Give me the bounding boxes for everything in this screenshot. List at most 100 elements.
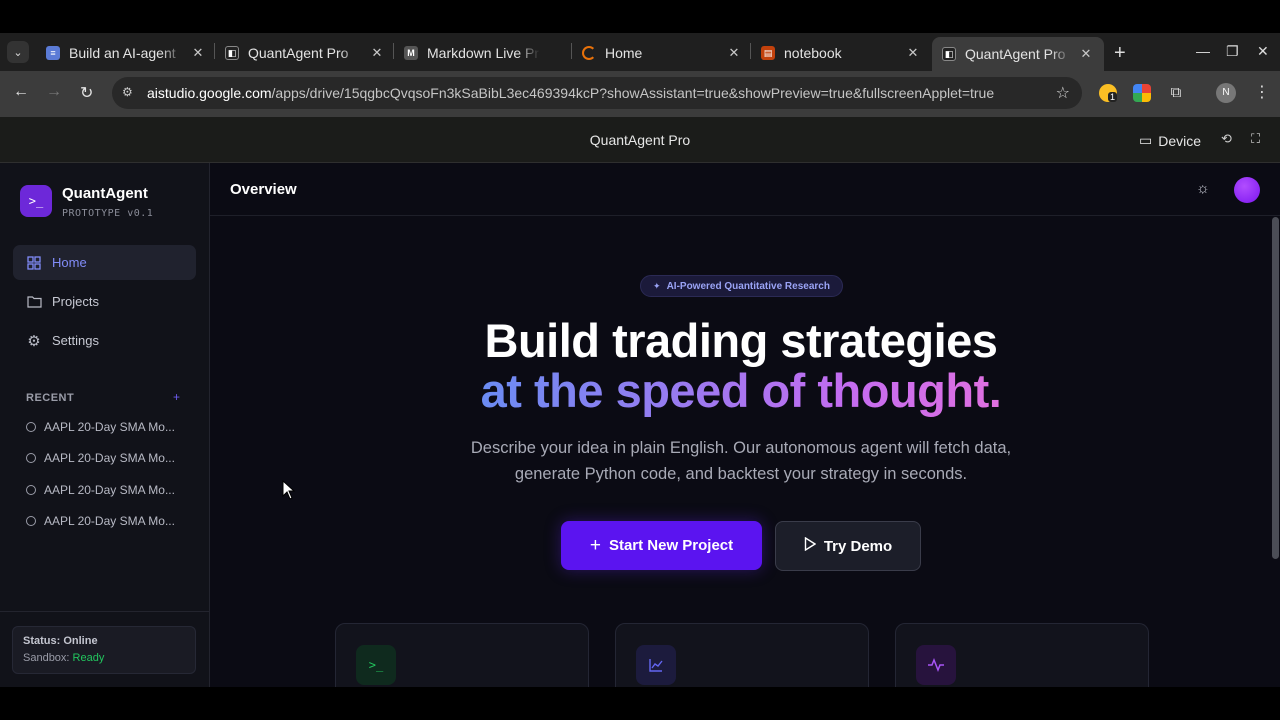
tab-separator — [750, 43, 751, 59]
browser-tab[interactable]: Home ✕ — [582, 38, 742, 68]
gear-icon: ⚙ — [27, 332, 41, 350]
browser-tab-strip: ⌄ ≡ Build an AI-agent ✕ ◧ QuantAgent Pro… — [0, 33, 1280, 71]
url-host: aistudio.google.com — [147, 85, 272, 101]
sidebar: >_ QuantAgent PROTOTYPE v0.1 Home Projec… — [0, 163, 210, 687]
browser-tab[interactable]: ◧ QuantAgent Pro ✕ — [225, 38, 385, 68]
browser-menu-icon[interactable]: ⋮ — [1254, 82, 1270, 102]
theme-toggle-sun-icon[interactable]: ☼ — [1196, 180, 1210, 197]
feature-card — [615, 623, 869, 687]
sidebar-item-settings[interactable]: ⚙ Settings — [13, 323, 196, 358]
minimize-icon[interactable]: — — [1196, 43, 1210, 59]
sidebar-item-home[interactable]: Home — [13, 245, 196, 280]
new-tab-plus-icon[interactable]: + — [1114, 42, 1126, 65]
browser-tab[interactable]: M Markdown Live Preview — [404, 38, 562, 68]
google-extension-icon[interactable] — [1133, 84, 1151, 102]
extension-icon[interactable]: 1 — [1099, 84, 1118, 102]
sandbox-value: Ready — [72, 652, 105, 664]
scrollbar[interactable] — [1272, 217, 1279, 559]
button-label: Try Demo — [823, 537, 893, 555]
studio-app-title: QuantAgent Pro — [589, 132, 691, 148]
forward-arrow-icon[interactable]: → — [46, 83, 62, 101]
close-icon[interactable]: ✕ — [1078, 46, 1094, 62]
recent-item-label: AAPL 20-Day SMA Mo... — [44, 420, 175, 434]
tab-separator — [214, 43, 215, 59]
hero-badge-label: AI-Powered Quantitative Research — [666, 280, 830, 292]
markdown-icon: M — [404, 46, 418, 60]
sidebar-item-projects[interactable]: Projects — [13, 284, 196, 319]
screen-bottom-border — [0, 687, 1280, 720]
recent-item[interactable]: AAPL 20-Day SMA Mo... — [26, 451, 186, 465]
clock-icon — [26, 516, 36, 526]
address-bar[interactable]: ⚙ aistudio.google.com/apps/drive/15qgbcQ… — [112, 77, 1082, 109]
bookmark-star-icon[interactable]: ☆ — [1056, 83, 1070, 103]
feature-card — [895, 623, 1149, 687]
recent-item-label: AAPL 20-Day SMA Mo... — [44, 514, 175, 528]
start-new-project-button[interactable]: + Start New Project — [561, 521, 762, 570]
browser-tab-active[interactable]: ◧ QuantAgent Pro ✕ — [932, 37, 1104, 71]
fullscreen-icon[interactable]: ⛶ — [1251, 131, 1260, 147]
tab-search-chevron-icon[interactable]: ⌄ — [7, 41, 29, 63]
close-icon[interactable]: ✕ — [190, 45, 206, 61]
close-icon[interactable]: ✕ — [369, 45, 385, 61]
profile-avatar[interactable]: N — [1216, 83, 1236, 103]
recent-item[interactable]: AAPL 20-Day SMA Mo... — [26, 514, 186, 528]
close-icon[interactable]: ✕ — [905, 45, 921, 61]
status-text: Status: Online — [23, 635, 98, 647]
close-icon[interactable]: ✕ — [726, 45, 742, 61]
folder-icon — [26, 294, 42, 310]
reload-icon[interactable]: ↻ — [80, 83, 93, 103]
tab-title: QuantAgent Pro — [965, 46, 1066, 62]
page-title: Overview — [230, 181, 297, 198]
sidebar-item-label: Home — [52, 255, 87, 270]
sparkle-icon: ✦ — [653, 280, 661, 291]
app-preview: >_ QuantAgent PROTOTYPE v0.1 Home Projec… — [0, 163, 1280, 687]
sidebar-item-label: Projects — [52, 294, 99, 309]
tab-title: Home — [605, 45, 643, 61]
window-close-icon[interactable]: ✕ — [1257, 43, 1269, 60]
main-header: Overview ☼ — [210, 163, 1280, 216]
sidebar-item-label: Settings — [52, 333, 99, 348]
avatar[interactable] — [1234, 177, 1260, 203]
browser-toolbar: ← → ↻ ⚙ aistudio.google.com/apps/drive/1… — [0, 71, 1280, 117]
try-demo-button[interactable]: Try Demo — [775, 521, 921, 571]
device-button[interactable]: ▭ Device — [1139, 132, 1201, 149]
clock-icon — [26, 453, 36, 463]
browser-tab[interactable]: ≡ Build an AI-agent ✕ — [46, 38, 206, 68]
back-arrow-icon[interactable]: ← — [13, 83, 29, 101]
site-info-icon[interactable]: ⚙ — [122, 85, 136, 99]
recent-item-label: AAPL 20-Day SMA Mo... — [44, 451, 175, 465]
studio-header: QuantAgent Pro ▭ Device ⟲ ⛶ — [0, 117, 1280, 163]
sidebar-divider — [0, 611, 209, 612]
grid-icon — [26, 255, 42, 271]
maximize-icon[interactable]: ❐ — [1226, 43, 1239, 60]
aistudio-icon: ◧ — [942, 47, 956, 61]
puzzle-extensions-icon[interactable]: ⧉ — [1167, 84, 1185, 102]
screen-top-border — [0, 0, 1280, 33]
tab-separator — [393, 43, 394, 59]
spinner-icon — [582, 46, 596, 60]
status-panel: Status: Online Sandbox: Ready — [12, 626, 196, 674]
plus-icon: + — [589, 534, 601, 556]
refresh-preview-icon[interactable]: ⟲ — [1221, 131, 1232, 147]
clock-icon — [26, 485, 36, 495]
hero-badge: ✦ AI-Powered Quantitative Research — [640, 275, 843, 297]
brand-version: PROTOTYPE v0.1 — [62, 208, 154, 219]
url-path: /apps/drive/15qgbcQvqsoFn3kSaBibL3ec4693… — [271, 85, 995, 101]
hero-heading-gradient-text: at the speed of thought. — [480, 364, 1002, 417]
recent-item[interactable]: AAPL 20-Day SMA Mo... — [26, 483, 186, 497]
sandbox-status: Sandbox: Ready — [23, 652, 185, 664]
url-text[interactable]: aistudio.google.com/apps/drive/15qgbcQvq… — [147, 85, 994, 101]
aistudio-icon: ◧ — [225, 46, 239, 60]
hero-heading-gradient: at the speed of thought. — [210, 363, 1272, 418]
terminal-icon: >_ — [356, 645, 396, 685]
browser-tab[interactable]: ▤ notebook ✕ — [761, 38, 921, 68]
tab-title: Markdown Live Preview — [427, 45, 540, 61]
device-label: Device — [1158, 132, 1202, 149]
hero-heading: Build trading strategies — [484, 314, 998, 367]
add-recent-button[interactable]: + — [173, 390, 180, 404]
hero-subtitle: Describe your idea in plain English. Our… — [470, 439, 1012, 483]
docs-icon: ≡ — [46, 46, 60, 60]
tab-separator — [571, 43, 572, 59]
recent-item[interactable]: AAPL 20-Day SMA Mo... — [26, 420, 186, 434]
activity-icon — [916, 645, 956, 685]
